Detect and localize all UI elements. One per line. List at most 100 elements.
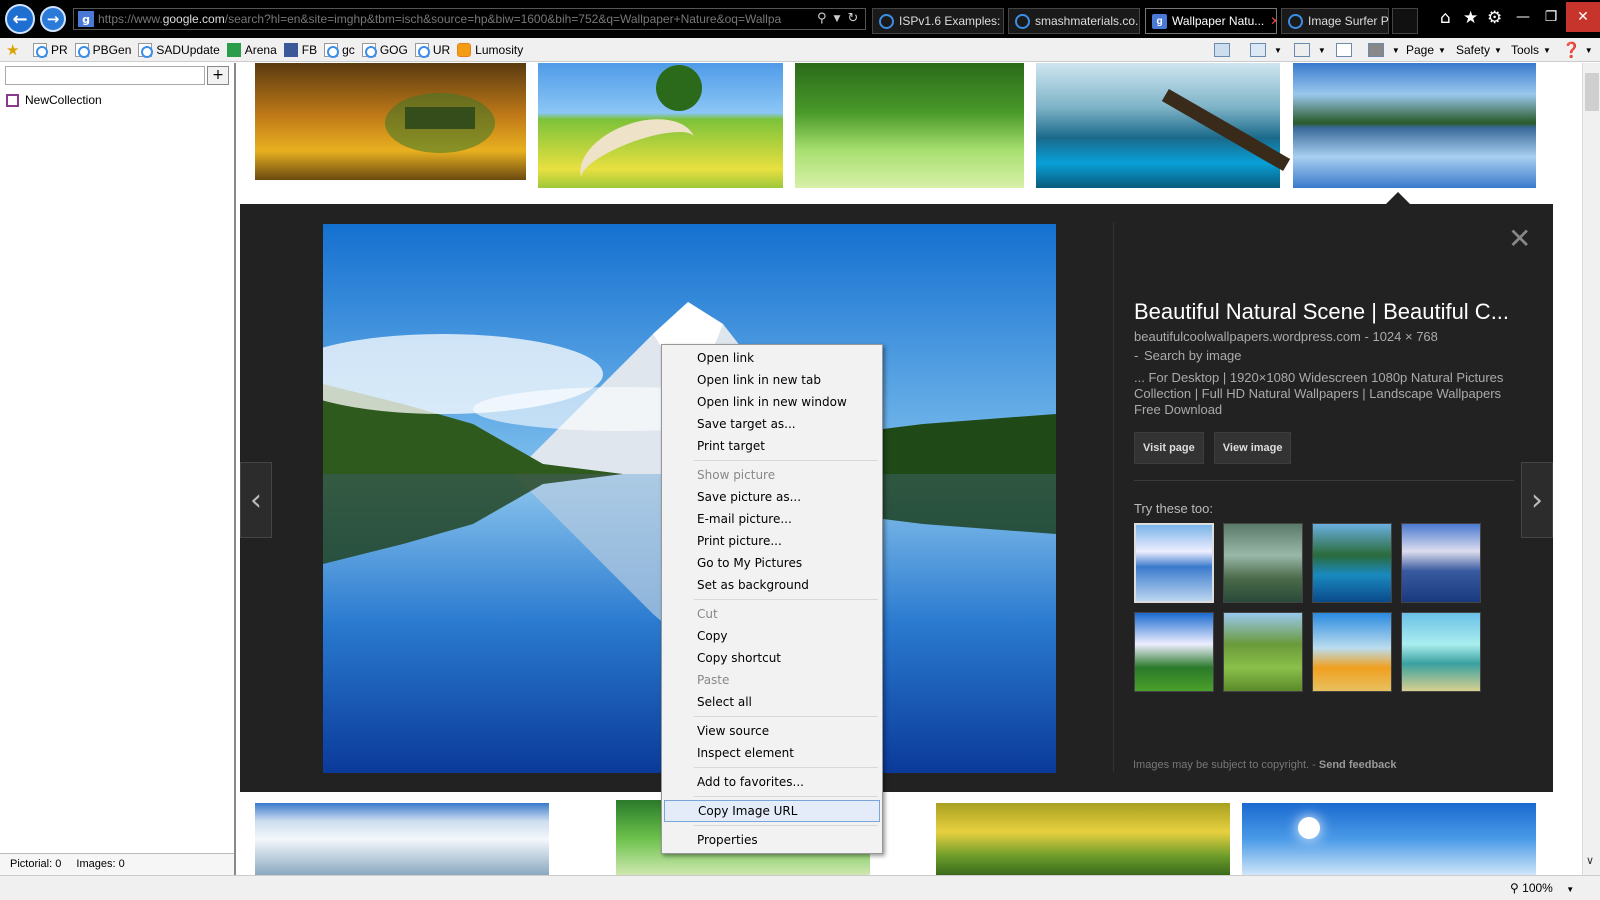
mail-icon[interactable]: [1335, 43, 1352, 57]
search-by-image-link[interactable]: Search by image: [1144, 348, 1242, 363]
zoom-dropdown-icon[interactable]: ▼: [1566, 885, 1574, 894]
scroll-down-icon[interactable]: ∨: [1586, 854, 1594, 867]
menu-item-copy[interactable]: Copy: [664, 625, 880, 647]
result-thumbnail[interactable]: [1293, 63, 1536, 188]
result-thumbnail[interactable]: [255, 63, 526, 180]
forward-button[interactable]: →: [40, 6, 66, 32]
settings-gear-icon[interactable]: ⚙: [1487, 8, 1502, 28]
help-icon[interactable]: ❓: [1562, 41, 1581, 59]
menu-item-set-as-background[interactable]: Set as background: [664, 574, 880, 596]
safety-menu[interactable]: Safety ▼: [1456, 38, 1502, 62]
result-thumbnail[interactable]: [538, 63, 783, 212]
rss-icon[interactable]: [1293, 43, 1310, 57]
menu-item-view-source[interactable]: View source: [664, 720, 880, 742]
menu-item-copy-shortcut[interactable]: Copy shortcut: [664, 647, 880, 669]
menu-item-go-to-my-pictures[interactable]: Go to My Pictures: [664, 552, 880, 574]
favorite-link[interactable]: UR: [414, 42, 450, 58]
page-menu[interactable]: Page ▼: [1406, 38, 1446, 62]
menu-item-print-target[interactable]: Print target: [664, 435, 880, 457]
rss-dropdown-icon[interactable]: ▼: [1318, 46, 1326, 55]
related-image[interactable]: [1312, 612, 1392, 692]
restore-button[interactable]: ❐: [1536, 2, 1566, 32]
browser-tab[interactable]: smashmaterials.co...: [1008, 8, 1140, 34]
result-thumbnail[interactable]: [1242, 803, 1536, 875]
menu-item-select-all[interactable]: Select all: [664, 691, 880, 713]
browser-tab[interactable]: Image Surfer Pro G...: [1281, 8, 1389, 34]
home-menu-icon[interactable]: [1250, 43, 1266, 57]
favorite-label: FB: [301, 42, 318, 57]
browser-tab[interactable]: g Wallpaper Natu... ✕: [1145, 8, 1277, 34]
related-image[interactable]: [1223, 612, 1303, 692]
page-icon: [324, 42, 340, 58]
menu-item-save-picture-as[interactable]: Save picture as...: [664, 486, 880, 508]
favorites-star-icon[interactable]: ★: [1463, 8, 1478, 28]
collection-item[interactable]: NewCollection: [6, 93, 102, 107]
menu-item-open-link[interactable]: Open link: [664, 347, 880, 369]
menu-item-e-mail-picture[interactable]: E-mail picture...: [664, 508, 880, 530]
visit-page-button[interactable]: Visit page: [1134, 432, 1204, 464]
related-image[interactable]: [1134, 612, 1214, 692]
browser-tab[interactable]: ISPv1.6 Examples: ...: [872, 8, 1004, 34]
collection-name-input[interactable]: [5, 66, 205, 85]
print-dropdown-icon[interactable]: ▼: [1392, 46, 1400, 55]
address-bar[interactable]: g https://www.google.com/search?hl=en&si…: [73, 8, 866, 30]
dropdown-icon[interactable]: ▼: [834, 11, 841, 27]
back-button[interactable]: ←: [5, 4, 35, 34]
tab-title: Image Surfer Pro G...: [1308, 14, 1389, 28]
favorite-link[interactable]: gc: [324, 42, 355, 58]
result-thumbnail[interactable]: [255, 803, 549, 875]
result-thumbnail[interactable]: [795, 63, 1024, 188]
context-menu: Open link Open link in new tab Open link i…: [661, 344, 883, 854]
scrollbar-thumb[interactable]: [1585, 73, 1599, 111]
add-collection-button[interactable]: +: [207, 66, 229, 85]
menu-item-save-target-as[interactable]: Save target as...: [664, 413, 880, 435]
favorite-link[interactable]: SADUpdate: [138, 42, 220, 58]
menu-item-add-to-favorites[interactable]: Add to favorites...: [664, 771, 880, 793]
google-icon: g: [1152, 13, 1167, 29]
menu-item-copy-image-url[interactable]: Copy Image URL: [664, 800, 880, 822]
image-source-link[interactable]: beautifulcoolwallpapers.wordpress.com: [1134, 329, 1361, 344]
view-image-button[interactable]: View image: [1213, 432, 1292, 464]
google-favicon-icon: g: [78, 11, 94, 27]
result-thumbnail[interactable]: [1036, 63, 1291, 188]
refresh-icon[interactable]: ↻: [847, 11, 858, 27]
address-url[interactable]: https://www.google.com/search?hl=en&site…: [98, 12, 813, 26]
menu-separator: [694, 796, 878, 797]
image-title[interactable]: Beautiful Natural Scene | Beautiful C...: [1134, 299, 1514, 325]
menu-item-open-link-in-new-window[interactable]: Open link in new window: [664, 391, 880, 413]
vertical-scrollbar[interactable]: ∨: [1582, 63, 1600, 875]
help-menu[interactable]: ❓ ▼: [1562, 38, 1593, 62]
home-icon[interactable]: ⌂: [1440, 8, 1451, 28]
minimize-button[interactable]: —: [1508, 2, 1538, 32]
menu-item-properties[interactable]: Properties: [664, 829, 880, 851]
print-icon[interactable]: [1367, 43, 1384, 57]
favorite-link[interactable]: Arena: [226, 42, 277, 57]
related-image[interactable]: [1401, 523, 1481, 603]
search-icon[interactable]: ⚲: [817, 11, 827, 27]
related-image[interactable]: [1223, 523, 1303, 603]
menu-item-inspect-element[interactable]: Inspect element: [664, 742, 880, 764]
close-preview-icon[interactable]: ✕: [1508, 222, 1531, 255]
add-favorite-star-icon[interactable]: ★: [6, 41, 26, 59]
related-image[interactable]: [1312, 523, 1392, 603]
zoom-control[interactable]: ⚲ 100% ▼: [1510, 881, 1574, 895]
favorite-link[interactable]: PR: [33, 42, 68, 58]
favorite-link[interactable]: Lumosity: [457, 42, 523, 57]
related-image[interactable]: [1134, 523, 1214, 603]
previous-image-button[interactable]: ‹: [240, 462, 272, 538]
feeds-icon[interactable]: [1214, 43, 1230, 57]
new-tab-button[interactable]: [1392, 8, 1418, 34]
favorite-link[interactable]: FB: [283, 42, 318, 57]
close-tab-icon[interactable]: ✕: [1270, 14, 1276, 28]
home-dropdown-icon[interactable]: ▼: [1274, 46, 1282, 55]
close-window-button[interactable]: ✕: [1566, 2, 1600, 32]
tools-menu[interactable]: Tools ▼: [1511, 38, 1551, 62]
related-image[interactable]: [1401, 612, 1481, 692]
menu-item-print-picture[interactable]: Print picture...: [664, 530, 880, 552]
send-feedback-link[interactable]: Send feedback: [1319, 759, 1397, 771]
result-thumbnail[interactable]: [936, 803, 1230, 875]
favorite-link[interactable]: PBGen: [74, 42, 131, 58]
next-image-button[interactable]: ›: [1521, 462, 1553, 538]
favorite-link[interactable]: GOG: [361, 42, 408, 58]
menu-item-open-link-in-new-tab[interactable]: Open link in new tab: [664, 369, 880, 391]
